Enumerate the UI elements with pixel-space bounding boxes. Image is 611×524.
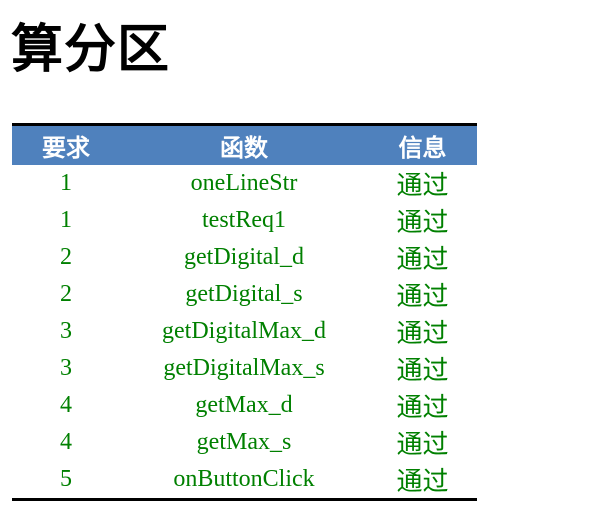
table-header-row: 要求 函数 信息 bbox=[12, 124, 477, 165]
table-row: 1 testReq1 通过 bbox=[12, 202, 477, 239]
requirement-cell: 1 bbox=[60, 207, 72, 233]
function-cell: getMax_s bbox=[196, 429, 292, 455]
status-cell: 通过 bbox=[396, 393, 449, 423]
table-row: 4 getMax_s 通过 bbox=[12, 424, 477, 461]
function-cell: getDigitalMax_s bbox=[163, 355, 325, 381]
requirement-cell: 4 bbox=[60, 429, 72, 455]
requirement-cell: 3 bbox=[60, 318, 72, 344]
column-header-requirement: 要求 bbox=[12, 124, 120, 165]
status-cell: 通过 bbox=[396, 467, 449, 497]
table-row: 3 getDigitalMax_d 通过 bbox=[12, 313, 477, 350]
table-row: 2 getDigital_d 通过 bbox=[12, 239, 477, 276]
table-row: 3 getDigitalMax_s 通过 bbox=[12, 350, 477, 387]
table-row: 1 oneLineStr 通过 bbox=[12, 165, 477, 202]
function-cell: testReq1 bbox=[202, 207, 286, 233]
status-cell: 通过 bbox=[396, 430, 449, 460]
requirement-cell: 2 bbox=[60, 244, 72, 270]
requirement-cell: 1 bbox=[60, 170, 72, 196]
table-row: 4 getMax_d 通过 bbox=[12, 387, 477, 424]
status-cell: 通过 bbox=[396, 319, 449, 349]
requirement-cell: 4 bbox=[60, 392, 72, 418]
function-cell: onButtonClick bbox=[173, 466, 315, 492]
function-cell: getDigital_s bbox=[185, 281, 303, 307]
page-title: 算分区 bbox=[11, 20, 171, 80]
requirement-cell: 5 bbox=[60, 466, 72, 492]
column-header-info: 信息 bbox=[368, 124, 477, 165]
status-cell: 通过 bbox=[396, 356, 449, 386]
column-header-function: 函数 bbox=[120, 124, 368, 165]
status-cell: 通过 bbox=[396, 208, 449, 238]
requirement-cell: 3 bbox=[60, 355, 72, 381]
score-table: 要求 函数 信息 1 oneLineStr 通过 1 testReq1 通过 2… bbox=[12, 123, 477, 501]
table-row: 2 getDigital_s 通过 bbox=[12, 276, 477, 313]
status-cell: 通过 bbox=[396, 245, 449, 275]
function-cell: oneLineStr bbox=[190, 170, 298, 196]
function-cell: getDigitalMax_d bbox=[162, 318, 326, 344]
function-cell: getDigital_d bbox=[184, 244, 304, 270]
table-row: 5 onButtonClick 通过 bbox=[12, 461, 477, 500]
status-cell: 通过 bbox=[396, 171, 449, 201]
function-cell: getMax_d bbox=[195, 392, 293, 418]
status-cell: 通过 bbox=[396, 282, 449, 312]
requirement-cell: 2 bbox=[60, 281, 72, 307]
